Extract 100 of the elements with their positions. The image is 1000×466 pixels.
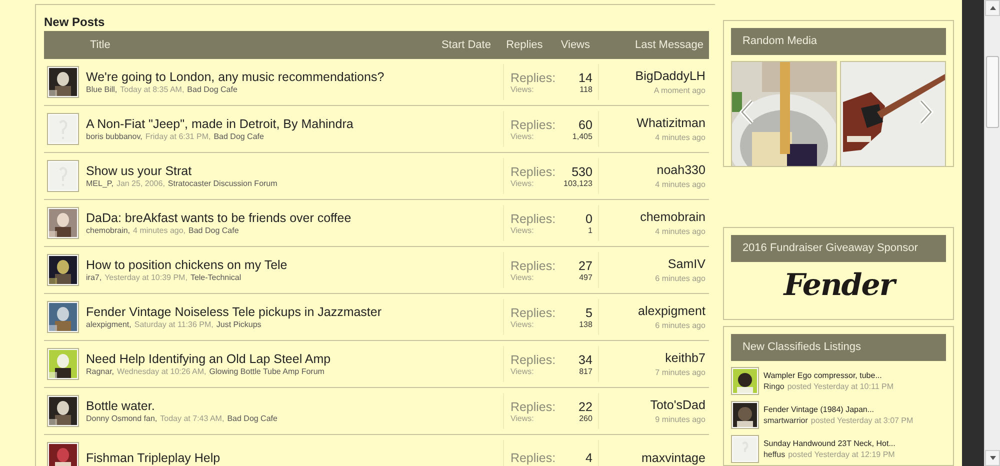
start-date: Jan 25, 2006,	[116, 179, 165, 188]
replies-count: 34	[578, 352, 592, 366]
start-date: Saturday at 11:36 PM,	[134, 320, 214, 329]
author-link[interactable]: MEL_P,	[86, 179, 114, 188]
thread-title-link[interactable]: DaDa: breAkfast wants to be friends over coffee	[86, 211, 352, 225]
thread-title-link[interactable]: Fender Vintage Noiseless Tele pickups in Jazzmaster	[86, 305, 382, 319]
listing-title-link[interactable]: Fender Vintage (1984) Japan...	[763, 405, 874, 414]
forum-link[interactable]: Bad Dog Cafe	[187, 85, 238, 94]
author-link[interactable]: boris bubbanov,	[86, 132, 142, 141]
scrollbar[interactable]	[984, 0, 1000, 466]
last-message-time: 6 minutes ago	[655, 321, 706, 330]
avatar[interactable]	[47, 254, 79, 286]
column-header[interactable]: Last Message	[599, 39, 710, 51]
forum-link[interactable]: Tele-Technical	[190, 273, 242, 282]
views-label: Views:	[510, 320, 534, 328]
thread-title-link[interactable]: Need Help Identifying an Old Lap Steel Amp	[86, 352, 331, 366]
views-count: 497	[579, 272, 592, 282]
replies-count: 4	[585, 451, 592, 465]
column-header[interactable]: Start Date	[441, 39, 498, 51]
column-header[interactable]: Replies	[497, 39, 552, 51]
scroll-up-button[interactable]	[985, 0, 1000, 16]
listing-thumbnail[interactable]	[731, 367, 760, 395]
last-message-time: 9 minutes ago	[655, 415, 706, 424]
panel-heading: 2016 Fundraiser Giveaway Sponsor	[731, 235, 946, 262]
last-message-time: 7 minutes ago	[655, 368, 706, 377]
start-date: Friday at 6:31 PM,	[145, 132, 211, 141]
thread-title-link[interactable]: How to position chickens on my Tele	[86, 258, 288, 272]
forum-link[interactable]: Bad Dog Cafe	[188, 226, 239, 235]
last-message-time: 4 minutes ago	[655, 133, 706, 142]
views-label: Views:	[510, 414, 534, 422]
views-label: Views:	[510, 366, 534, 376]
avatar[interactable]	[47, 442, 79, 466]
start-date: Today at 7:43 AM,	[160, 414, 224, 423]
column-header[interactable]: Views	[551, 39, 600, 51]
thread-title-link[interactable]: Bottle water.	[86, 399, 155, 413]
last-poster-link[interactable]: BigDaddyLH	[635, 69, 706, 83]
replies-count: 530	[572, 164, 592, 178]
last-poster-link[interactable]: Whatizitman	[636, 116, 706, 130]
replies-label: Replies:	[510, 212, 556, 226]
avatar[interactable]	[47, 348, 79, 380]
listing-thumbnail[interactable]	[731, 435, 760, 463]
views-count: 1	[588, 226, 592, 234]
last-poster-link[interactable]: keithb7	[665, 351, 706, 365]
last-poster-link[interactable]: maxvintage	[642, 451, 706, 465]
replies-label: Replies:	[510, 400, 556, 414]
forum-link[interactable]: Bad Dog Cafe	[214, 132, 264, 141]
replies-count: 27	[578, 258, 592, 272]
next-arrow-icon[interactable]	[918, 99, 934, 125]
sponsor-logo[interactable]: Fender	[784, 264, 894, 308]
replies-count: 14	[578, 70, 592, 84]
thread-title-link[interactable]: Fishman Tripleplay Help	[86, 451, 220, 465]
last-message-time: 4 minutes ago	[655, 227, 706, 236]
last-poster-link[interactable]: alexpigment	[638, 304, 706, 318]
replies-label: Replies:	[510, 70, 556, 84]
author-link[interactable]: Blue Bill,	[86, 85, 118, 94]
views-label: Views:	[510, 226, 534, 234]
author-link[interactable]: alexpigment,	[86, 320, 132, 329]
avatar[interactable]	[47, 66, 79, 98]
poster-link[interactable]: heffus	[763, 450, 786, 459]
avatar[interactable]	[47, 395, 79, 427]
views-label: Views:	[510, 132, 534, 140]
listing-thumbnail[interactable]	[731, 401, 760, 429]
last-message-time: 6 minutes ago	[655, 274, 706, 283]
last-poster-link[interactable]: chemobrain	[640, 210, 706, 224]
author-link[interactable]: chemobrain,	[86, 226, 130, 235]
last-message-time: A moment ago	[654, 86, 706, 95]
scroll-down-button[interactable]	[985, 450, 1000, 466]
forum-link[interactable]: Bad Dog Cafe	[227, 414, 278, 423]
thread-title-link[interactable]: We're going to London, any music recommendations?	[86, 70, 384, 84]
views-count: 817	[579, 366, 592, 376]
forum-link[interactable]: Just Pickups	[216, 320, 262, 329]
panel-heading: New Classifieds Listings	[731, 334, 946, 361]
forum-link[interactable]: Glowing Bottle Tube Amp Forum	[209, 367, 324, 376]
views-label: Views:	[510, 178, 534, 188]
views-count: 118	[580, 84, 592, 94]
replies-label: Replies:	[510, 451, 556, 465]
start-date: Wednesday at 10:26 AM,	[117, 367, 206, 376]
listing-title-link[interactable]: Wampler Ego compressor, tube...	[763, 371, 882, 380]
listing-time: posted Yesterday at 12:19 PM	[788, 450, 895, 459]
last-poster-link[interactable]: SamIV	[668, 257, 706, 271]
last-poster-link[interactable]: Toto'sDad	[650, 398, 706, 412]
views-label: Views:	[510, 272, 534, 282]
scrollbar-thumb[interactable]	[986, 56, 999, 128]
thread-title-link[interactable]: A Non-Fiat "Jeep", made in Detroit, By Mahindra	[86, 117, 354, 131]
section-heading: New Posts	[44, 14, 105, 31]
forum-link[interactable]: Stratocaster Discussion Forum	[168, 179, 278, 188]
column-header[interactable]: Title	[90, 39, 442, 51]
replies-label: Replies:	[510, 306, 556, 320]
last-poster-link[interactable]: noah330	[656, 163, 706, 177]
replies-label: Replies:	[510, 118, 556, 132]
author-link[interactable]: ira7,	[86, 273, 102, 282]
poster-link[interactable]: Ringo	[763, 382, 784, 391]
previous-arrow-icon[interactable]	[739, 99, 756, 125]
author-link[interactable]: Donny Osmond fan,	[86, 414, 158, 423]
start-date: 4 minutes ago,	[133, 226, 186, 235]
author-link[interactable]: Ragnar,	[86, 367, 114, 376]
avatar[interactable]	[47, 207, 79, 239]
listing-title-link[interactable]: Sunday Handwound 23T Neck, Hot...	[763, 439, 896, 448]
thread-title-link[interactable]: Show us your Strat	[86, 164, 192, 178]
poster-link[interactable]: smartwarrior	[763, 416, 808, 425]
